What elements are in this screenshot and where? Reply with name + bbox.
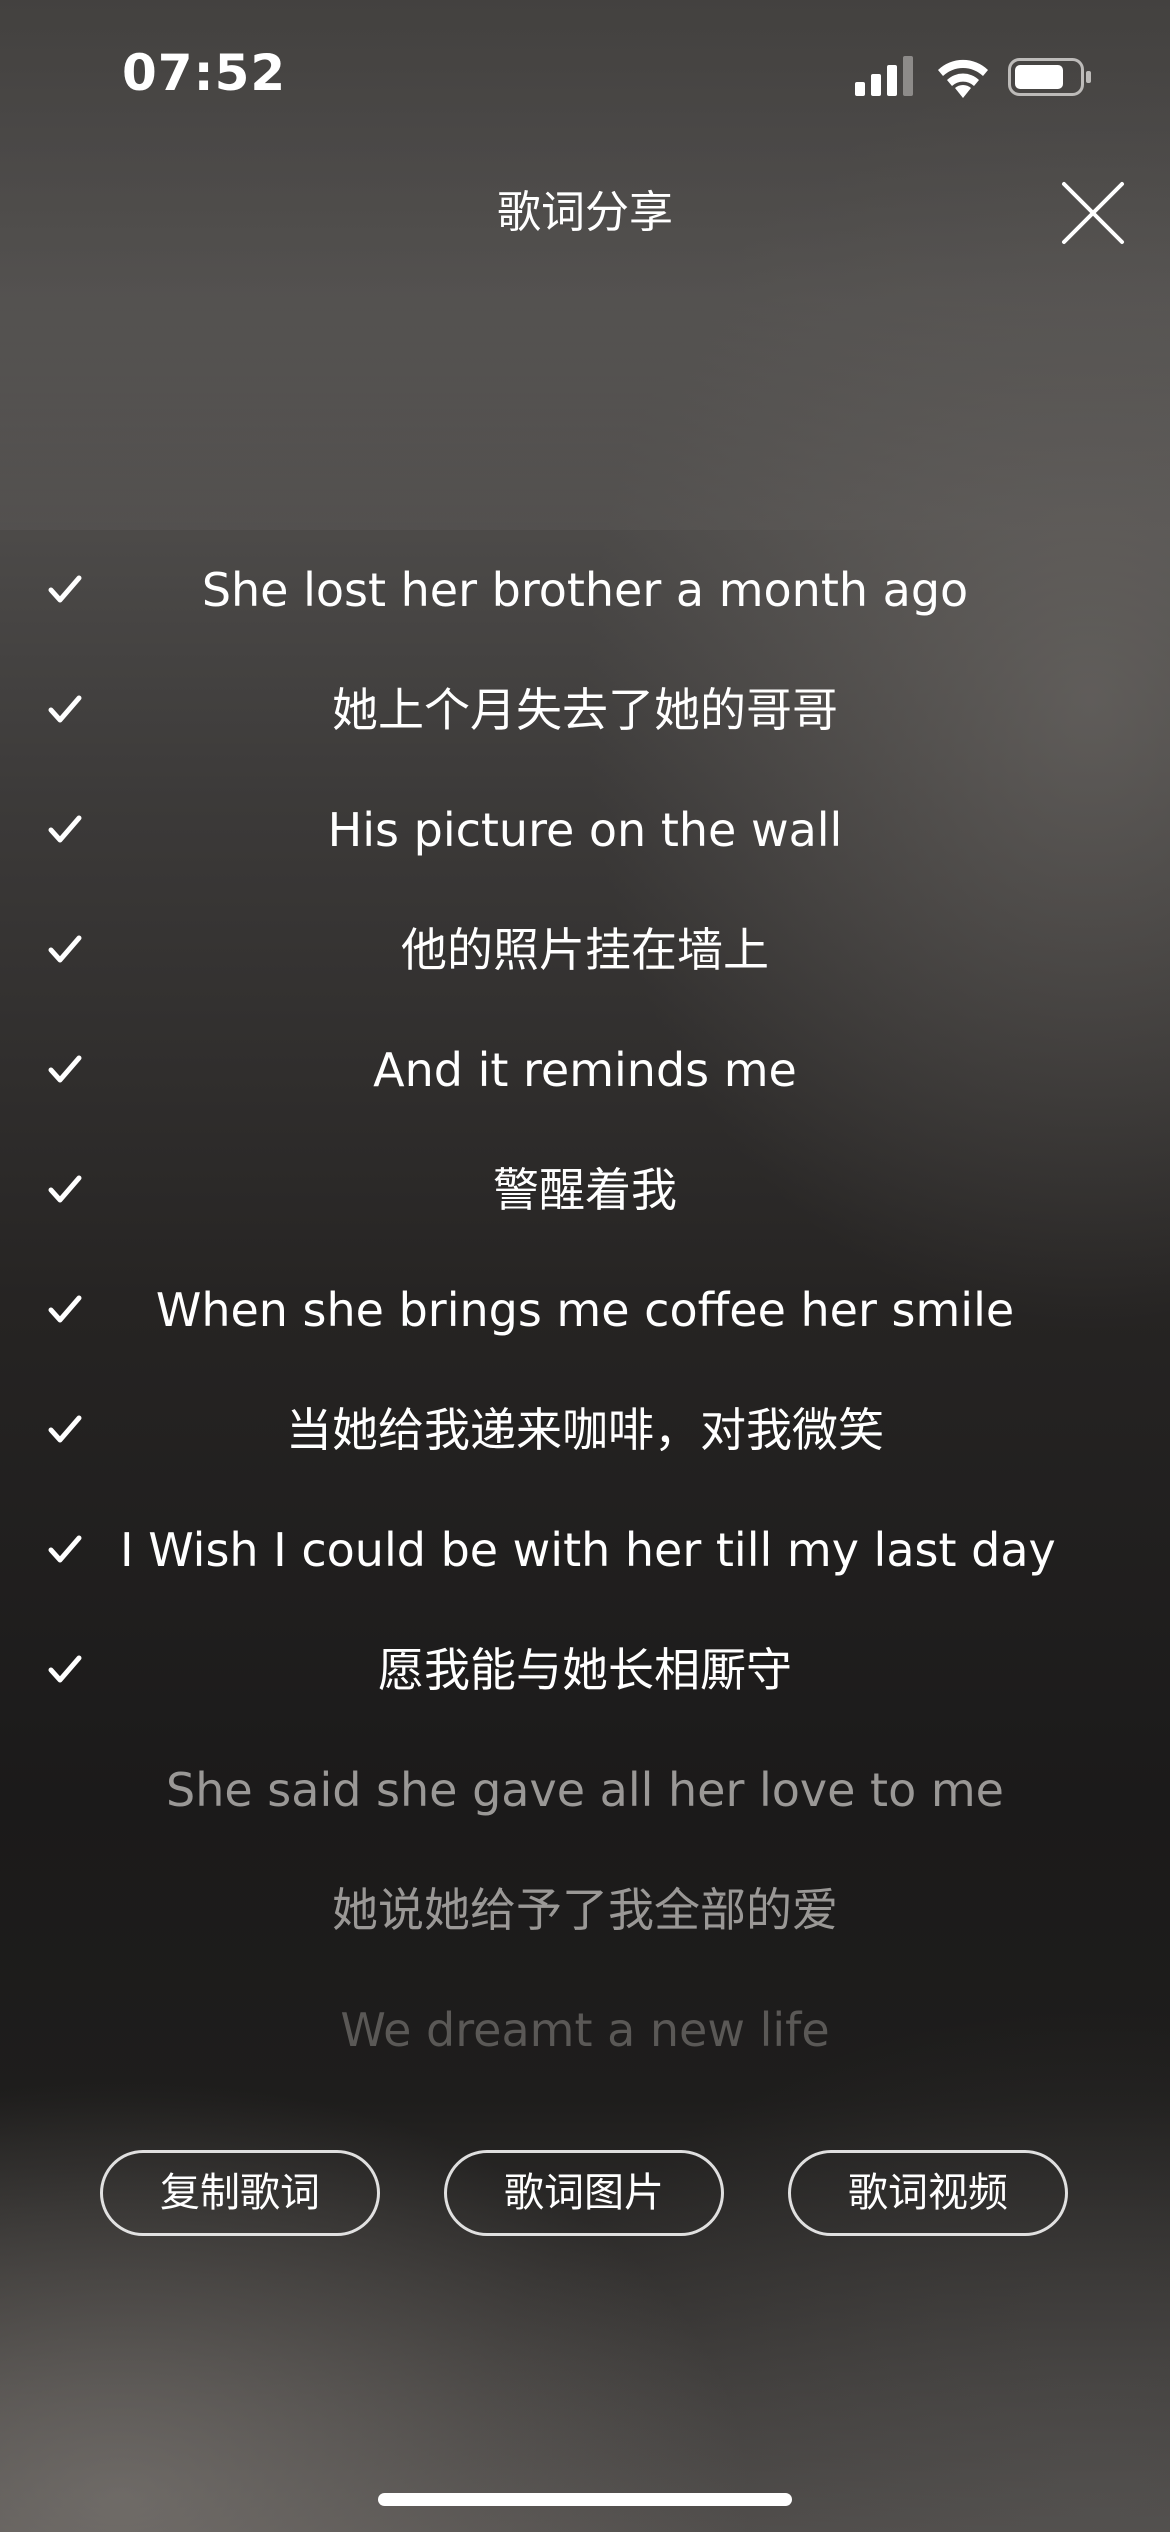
lyric-row[interactable]: 她上个月失去了她的哥哥 xyxy=(0,650,1170,770)
status-time: 07:52 xyxy=(122,44,287,102)
lyric-row[interactable]: His picture on the wall xyxy=(0,770,1170,890)
lyric-row[interactable]: When she brings me coffee her smile xyxy=(0,1250,1170,1370)
lyric-row[interactable]: And it reminds me xyxy=(0,1010,1170,1130)
page-title: 歌词分享 xyxy=(497,187,673,238)
checkmark-icon xyxy=(48,1535,82,1563)
lyrics-image-button[interactable]: 歌词图片 xyxy=(444,2150,724,2236)
lyric-row[interactable]: 她说她给予了我全部的爱 xyxy=(0,1850,1170,1970)
lyric-row[interactable]: 当她给我递来咖啡，对我微笑 xyxy=(0,1370,1170,1490)
lyric-row[interactable]: I Wish I could be with her till my last … xyxy=(0,1490,1170,1610)
signal-icon xyxy=(855,56,913,96)
lyric-text: 警醒着我 xyxy=(493,1163,677,1217)
copy-lyrics-button[interactable]: 复制歌词 xyxy=(100,2150,380,2236)
checkmark-icon xyxy=(48,1415,82,1443)
lyric-text: 愿我能与她长相厮守 xyxy=(378,1643,792,1697)
wifi-icon xyxy=(938,59,988,98)
checkmark-icon xyxy=(48,1175,82,1203)
lyrics-list: She lost her brother a month ago 她上个月失去了她… xyxy=(0,530,1170,2090)
lyric-row[interactable]: She said she gave all her love to me xyxy=(0,1730,1170,1850)
lyric-text: 她上个月失去了她的哥哥 xyxy=(332,683,838,737)
checkmark-icon xyxy=(48,1655,82,1683)
home-indicator[interactable] xyxy=(378,2493,792,2506)
lyric-text: His picture on the wall xyxy=(327,803,843,857)
lyric-text: And it reminds me xyxy=(373,1043,797,1097)
lyric-text: 当她给我递来咖啡，对我微笑 xyxy=(286,1403,884,1457)
lyric-text: We dreamt a new life xyxy=(340,2003,830,2057)
lyric-row[interactable]: We dreamt a new life xyxy=(0,1970,1170,2090)
checkmark-icon xyxy=(48,815,82,843)
lyric-text: She said she gave all her love to me xyxy=(166,1763,1004,1817)
battery-icon xyxy=(1008,58,1091,96)
close-icon[interactable] xyxy=(1058,178,1128,248)
lyrics-share-screen: 07:52 歌词分享 She lost her brother a month … xyxy=(0,0,1170,2532)
checkmark-icon xyxy=(48,1295,82,1323)
lyric-row[interactable]: 愿我能与她长相厮守 xyxy=(0,1610,1170,1730)
checkmark-icon xyxy=(48,935,82,963)
lyric-row[interactable]: 警醒着我 xyxy=(0,1130,1170,1250)
lyric-text: When she brings me coffee her smile xyxy=(155,1283,1015,1337)
lyric-text: 她说她给予了我全部的爱 xyxy=(332,1883,838,1937)
lyric-row[interactable]: She lost her brother a month ago xyxy=(0,530,1170,650)
checkmark-icon xyxy=(48,575,82,603)
checkmark-icon xyxy=(48,1055,82,1083)
lyric-text: I Wish I could be with her till my last … xyxy=(120,1523,1056,1577)
lyric-text: She lost her brother a month ago xyxy=(201,563,969,617)
checkmark-icon xyxy=(48,695,82,723)
lyric-row[interactable]: 他的照片挂在墙上 xyxy=(0,890,1170,1010)
lyrics-video-button[interactable]: 歌词视频 xyxy=(788,2150,1068,2236)
lyric-text: 他的照片挂在墙上 xyxy=(401,923,769,977)
